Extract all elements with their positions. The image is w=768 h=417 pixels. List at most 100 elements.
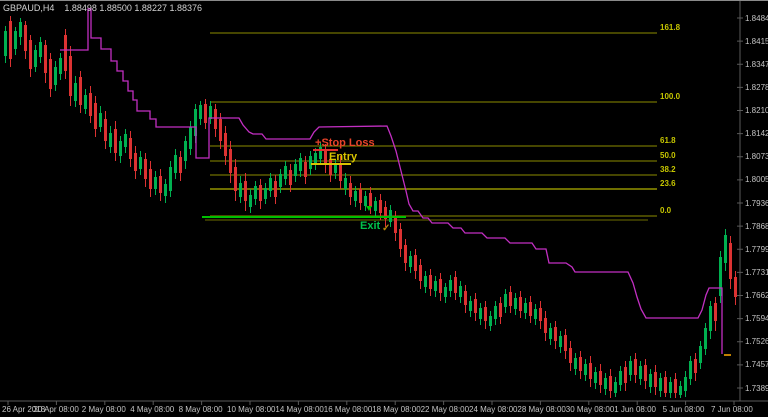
candle: [539, 301, 542, 329]
candle: [464, 285, 467, 313]
fib-label-100.0: 100.0: [660, 92, 681, 101]
candle: [619, 366, 622, 391]
candle: [614, 377, 617, 397]
candle: [494, 301, 497, 325]
candle: [109, 126, 112, 153]
candle: [689, 356, 692, 385]
date-tick-label: 16 May 08:00: [323, 405, 373, 414]
candle: [679, 381, 682, 398]
candle: [474, 293, 477, 321]
candle: [294, 159, 297, 182]
price-tick-label: 1.79360: [745, 198, 768, 208]
candle: [34, 45, 37, 72]
candle: [94, 96, 97, 137]
candle: [549, 323, 552, 345]
date-tick-label: 10 May 08:00: [227, 405, 276, 414]
candle: [4, 26, 7, 63]
price-tick-label: 1.80050: [745, 175, 768, 185]
candle: [224, 126, 227, 165]
candle: [229, 141, 232, 183]
candle: [609, 369, 612, 398]
candle: [584, 359, 587, 381]
candle: [189, 121, 192, 155]
date-tick-label: 30 Apr 08:00: [33, 405, 79, 414]
candle: [154, 171, 157, 195]
candle: [299, 153, 302, 177]
candle: [344, 173, 347, 195]
candle: [524, 298, 527, 319]
candle: [644, 359, 647, 389]
exit-arrow-icon: [366, 206, 372, 211]
date-tick-label: 8 May 08:00: [178, 405, 223, 414]
candle: [314, 148, 317, 170]
date-tick-label: 30 May 08:00: [565, 405, 615, 414]
candle: [579, 351, 582, 379]
candle: [364, 191, 367, 211]
candle: [24, 21, 27, 59]
price-tick-label: 1.82100: [745, 106, 768, 115]
candle: [74, 76, 77, 107]
date-tick-label: 28 May 08:00: [517, 405, 566, 414]
candle: [694, 353, 697, 381]
candle: [119, 136, 122, 163]
date-tick-label: 18 May 08:00: [372, 405, 421, 414]
candle: [454, 271, 457, 300]
price-tick-label: 1.82780: [745, 82, 768, 92]
fib-label-23.6: 23.6: [660, 179, 676, 188]
candle: [99, 106, 102, 132]
date-tick-label: 14 May 08:00: [275, 405, 324, 414]
candle: [439, 273, 442, 301]
candle: [269, 173, 272, 197]
candle: [649, 369, 652, 393]
candle: [659, 373, 662, 397]
candle: [49, 53, 52, 97]
date-tick-label: 4 May 08:00: [130, 405, 175, 414]
candle: [289, 164, 292, 192]
candle: [459, 281, 462, 303]
fib-label-161.8: 161.8: [660, 23, 681, 32]
candle: [589, 356, 592, 387]
candle: [634, 353, 637, 383]
candle: [714, 297, 717, 331]
candle: [349, 176, 352, 205]
price-tick-label: 1.73890: [745, 383, 768, 393]
candle: [134, 146, 137, 179]
candle: [529, 296, 532, 323]
candle: [504, 289, 507, 313]
candle: [724, 229, 727, 271]
candle: [259, 179, 262, 209]
candle: [39, 37, 42, 63]
candle: [734, 271, 737, 305]
candle: [729, 236, 732, 289]
candle: [564, 329, 567, 359]
symbol-period-label: GBPAUD,H4: [3, 3, 55, 13]
candle: [669, 377, 672, 398]
candle: [629, 356, 632, 381]
stop-loss-label: +Stop Loss: [315, 137, 375, 149]
price-tick-label: 1.78680: [745, 221, 768, 231]
candle: [254, 181, 257, 205]
candle: [284, 161, 287, 185]
candle: [489, 311, 492, 331]
candle: [559, 331, 562, 353]
candle: [604, 373, 607, 395]
candle: [64, 29, 67, 79]
candle: [429, 269, 432, 296]
candle: [444, 283, 447, 303]
candle: [419, 259, 422, 289]
candle: [114, 121, 117, 161]
candle: [484, 301, 487, 329]
price-tick-label: 1.76620: [745, 291, 768, 300]
chart-canvas[interactable]: [0, 1, 768, 417]
candle: [544, 311, 547, 341]
price-tick-label: 1.77310: [745, 267, 768, 277]
date-tick-label: 24 May 08:00: [469, 405, 518, 414]
candle: [434, 276, 437, 297]
candle: [574, 353, 577, 375]
candle: [599, 364, 602, 393]
candle: [54, 61, 57, 91]
candle: [204, 99, 207, 129]
fibonacci-retracement: [205, 32, 657, 221]
candle: [399, 223, 402, 257]
candle: [199, 101, 202, 125]
